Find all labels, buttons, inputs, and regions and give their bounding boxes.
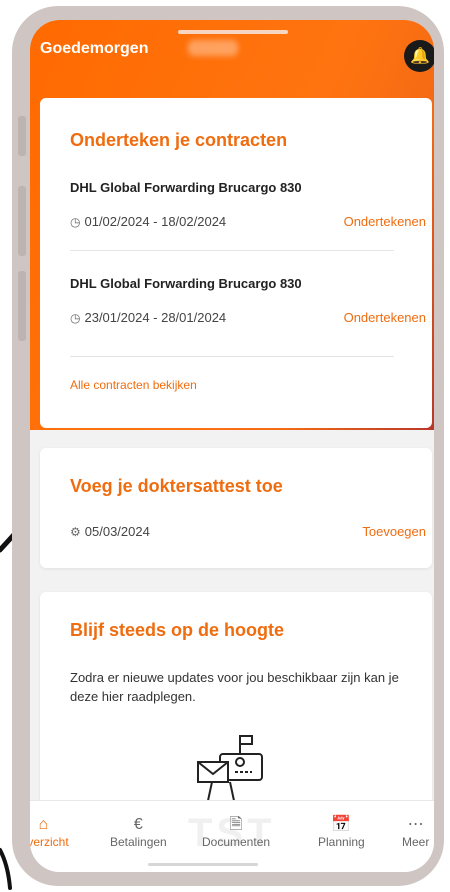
- document-icon: 🗎: [229, 816, 243, 833]
- nav-label: Betalingen: [110, 835, 167, 849]
- clock-icon: ◷: [70, 310, 81, 325]
- more-icon: ⋯: [407, 816, 424, 833]
- notch: [178, 30, 288, 34]
- contract-row: ◷ 01/02/2024 - 18/02/2024 Ondertekenen: [70, 214, 426, 229]
- blurred-username: [188, 40, 238, 56]
- app-screen: Goedemorgen 🔔 Onderteken je contracten D…: [30, 20, 434, 872]
- certificate-card: Voeg je doktersattest toe ⚙ 05/03/2024 To…: [40, 448, 432, 568]
- nav-label: Planning: [318, 835, 365, 849]
- mute-switch: [18, 116, 26, 156]
- nav-item-planning[interactable]: 📅 Planning: [318, 815, 365, 849]
- calendar-icon: 📅: [331, 816, 352, 833]
- nav-item-payments[interactable]: € Betalingen: [110, 815, 167, 849]
- nav-item-more[interactable]: ⋯ Meer: [402, 815, 429, 849]
- sign-button[interactable]: Ondertekenen: [344, 214, 426, 229]
- home-icon: ⌂: [38, 816, 49, 833]
- contracts-card: Onderteken je contracten DHL Global Forw…: [40, 98, 432, 428]
- contracts-title: Onderteken je contracten: [70, 130, 288, 150]
- nav-label: Documenten: [202, 835, 271, 849]
- clock-icon: ◷: [70, 214, 81, 229]
- greeting: Goedemorgen: [40, 40, 149, 57]
- nav-item-overview[interactable]: ⌂ Overzicht: [30, 815, 69, 849]
- view-all-contracts-link[interactable]: Alle contracten bekijken: [70, 378, 197, 392]
- home-indicator: [148, 863, 258, 866]
- contract-dates: 23/01/2024 - 28/01/2024: [84, 310, 227, 325]
- add-button[interactable]: Toevoegen: [362, 524, 426, 539]
- sign-button[interactable]: Ondertekenen: [344, 310, 426, 325]
- contract-name: DHL Global Forwarding Brucargo 830: [70, 180, 302, 195]
- volume-down-button: [18, 271, 26, 341]
- stage: Goedemorgen 🔔 Onderteken je contracten D…: [0, 0, 450, 892]
- nav-label: Overzicht: [30, 835, 69, 849]
- contract-row: ◷ 23/01/2024 - 28/01/2024 Ondertekenen: [70, 310, 426, 325]
- divider: [70, 356, 394, 357]
- certificate-row: ⚙ 05/03/2024 Toevoegen: [70, 524, 426, 539]
- contract-name: DHL Global Forwarding Brucargo 830: [70, 276, 302, 291]
- volume-up-button: [18, 186, 26, 256]
- contract-dates: 01/02/2024 - 18/02/2024: [84, 214, 227, 229]
- calendar-icon: ⚙: [70, 524, 81, 539]
- bell-icon[interactable]: 🔔: [404, 40, 434, 72]
- certificate-date: 05/03/2024: [84, 524, 150, 539]
- divider: [70, 250, 394, 251]
- bottom-nav: TST ⌂ Overzicht € Betalingen 🗎 Documente…: [30, 800, 434, 872]
- nav-label: Meer: [402, 835, 430, 849]
- certificate-title: Voeg je doktersattest toe: [70, 476, 283, 496]
- updates-title: Blijf steeds op de hoogte: [70, 620, 285, 640]
- updates-description: Zodra er nieuwe updates voor jou beschik…: [70, 670, 399, 704]
- euro-icon: €: [133, 816, 143, 833]
- nav-item-documents[interactable]: 🗎 Documenten: [202, 815, 270, 849]
